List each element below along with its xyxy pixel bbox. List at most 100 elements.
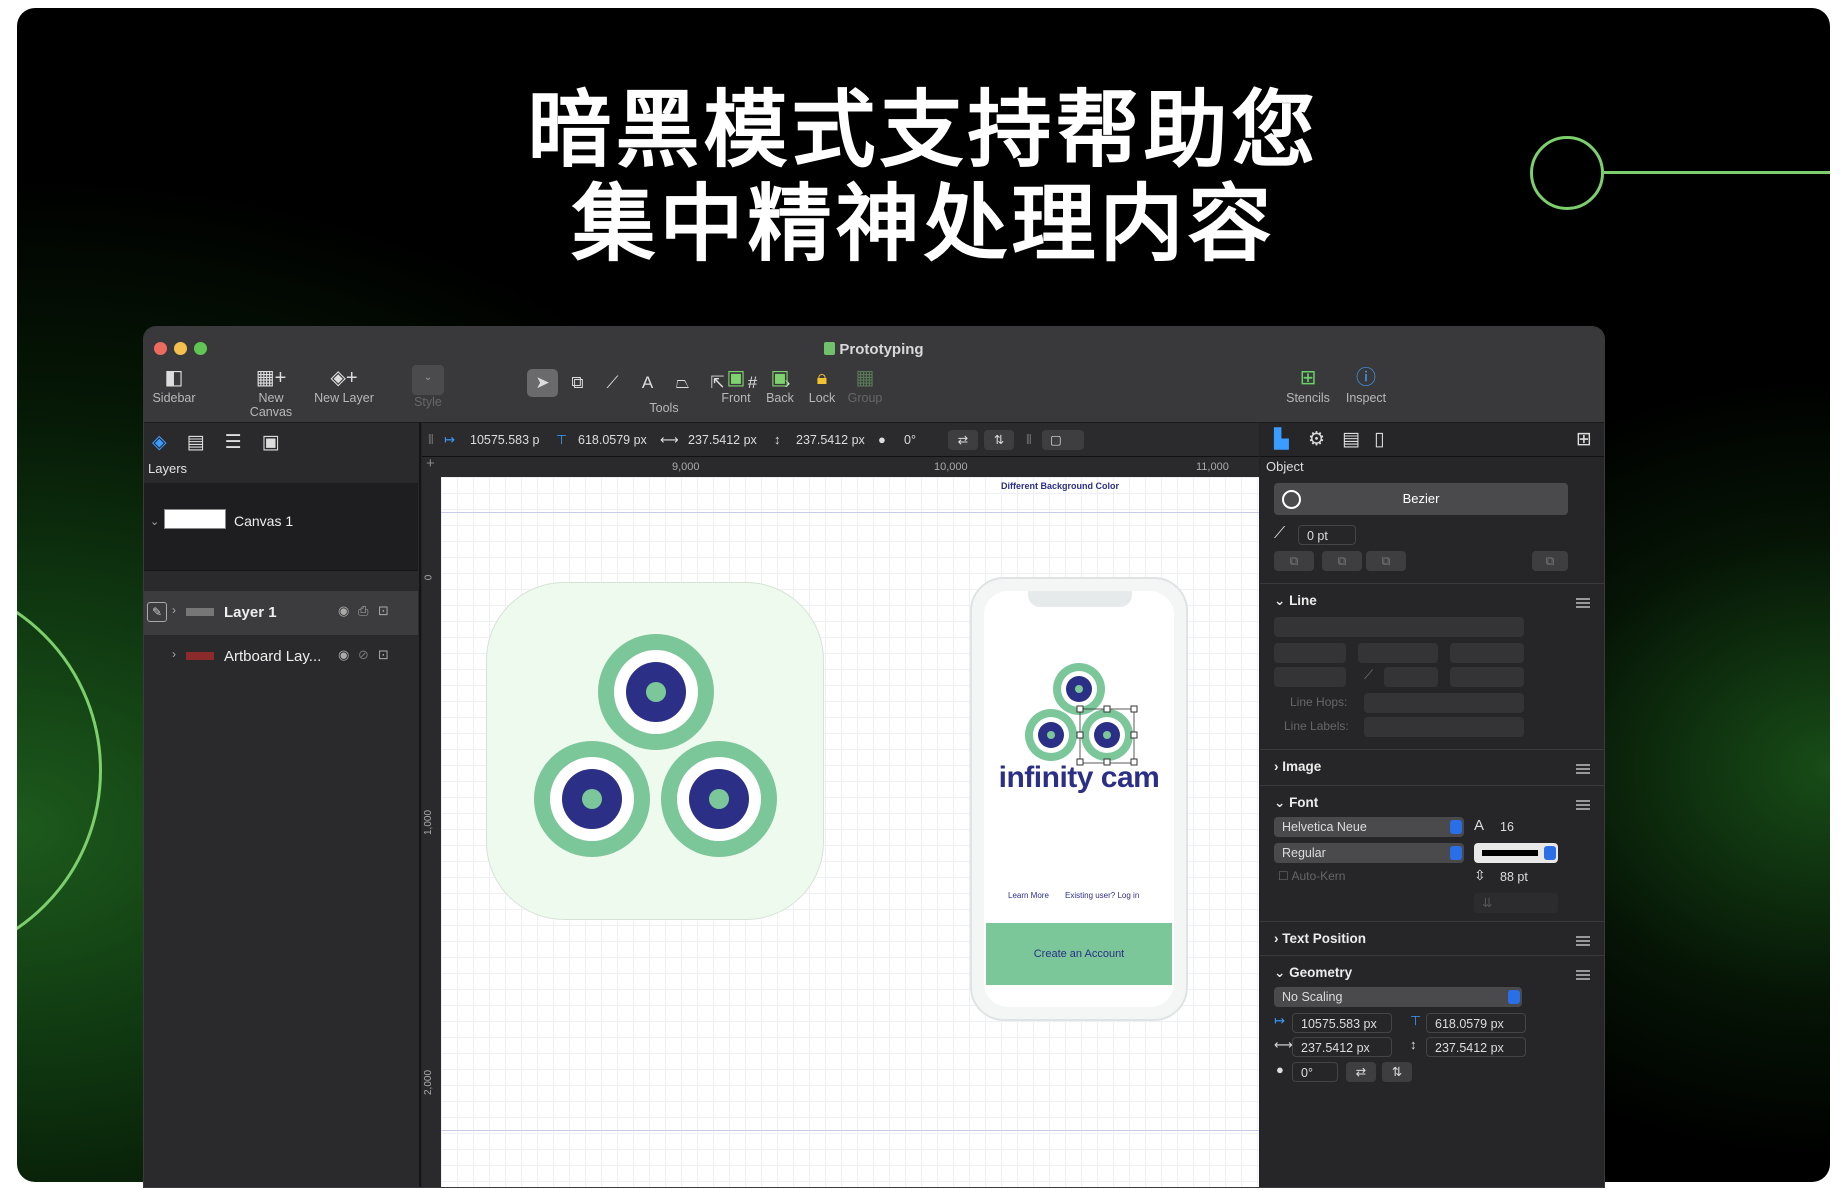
stencils-button[interactable]: ⊞ Stencils: [1282, 365, 1334, 405]
front-button[interactable]: ▣ Front: [712, 365, 760, 405]
text-tool-icon[interactable]: A: [632, 369, 663, 397]
canvas-row[interactable]: ⌄ Canvas 1: [144, 483, 418, 571]
rotation-knob-icon[interactable]: ●: [1276, 1062, 1284, 1077]
corner-radius-field[interactable]: 0 pt: [1298, 525, 1356, 545]
line-height-field[interactable]: 88 pt: [1492, 867, 1558, 887]
new-canvas-button[interactable]: ▦+ New Canvas: [236, 365, 306, 419]
geometry-width-field[interactable]: 237.5412 px: [1292, 1037, 1392, 1057]
canvas-inspector-icon[interactable]: ▤: [1342, 428, 1360, 451]
ruler-tick-0: 0: [423, 574, 435, 581]
lock-button[interactable]: 🔒︎ Lock: [800, 365, 844, 405]
shape-type-field[interactable]: Bezier: [1274, 483, 1568, 515]
font-style-select[interactable]: Regular: [1274, 843, 1464, 863]
chevron-right-icon[interactable]: ›: [172, 603, 176, 617]
unlock-icon[interactable]: ⊡: [378, 647, 389, 663]
object-inspector-icon[interactable]: ▙: [1274, 428, 1289, 451]
flip-horizontal-icon[interactable]: ⇄: [1346, 1062, 1376, 1082]
selection-tool-icon[interactable]: ➤: [527, 369, 558, 397]
baseline-field[interactable]: ⇊: [1474, 893, 1558, 913]
outline-tab-icon[interactable]: ☰: [225, 431, 242, 454]
line-hops-select[interactable]: [1364, 693, 1524, 713]
boolean-union-icon[interactable]: ⧉: [1274, 551, 1314, 571]
print-icon[interactable]: ⎙: [358, 603, 368, 619]
app-icon-artboard[interactable]: [486, 582, 824, 920]
boolean-intersect-icon[interactable]: ⧉: [1366, 551, 1406, 571]
image-section-header[interactable]: › Image: [1274, 759, 1321, 774]
scaling-select[interactable]: No Scaling: [1274, 987, 1522, 1007]
width-field[interactable]: 237.5412 px: [680, 430, 762, 450]
style-well-icon: ⌄: [412, 365, 444, 395]
circle-shape-icon: [1282, 490, 1301, 509]
stencil-tab-icon[interactable]: ▣: [262, 431, 280, 454]
shape-picker-icon[interactable]: ▢: [1042, 430, 1084, 450]
geometry-section-header[interactable]: ⌄ Geometry: [1274, 965, 1352, 981]
section-menu-icon[interactable]: [1576, 598, 1590, 608]
font-section-header[interactable]: ⌄ Font: [1274, 795, 1318, 811]
chevron-right-icon[interactable]: ›: [172, 647, 176, 661]
print-off-icon[interactable]: ⊘: [358, 647, 369, 663]
image-section-label: Image: [1282, 759, 1322, 774]
drawing-canvas[interactable]: Different Background Color infinity cam …: [441, 477, 1259, 1187]
section-menu-icon[interactable]: [1576, 970, 1590, 980]
line-color-field[interactable]: [1274, 617, 1524, 637]
line-corner-field[interactable]: [1384, 667, 1438, 687]
edit-layer-icon[interactable]: ✎: [147, 602, 167, 622]
layer-row-artboard[interactable]: › Artboard Lay... ◉ ⊘ ⊡: [144, 635, 418, 679]
font-family-select[interactable]: Helvetica Neue: [1274, 817, 1464, 837]
font-color-well[interactable]: [1474, 843, 1558, 863]
line-width-field[interactable]: [1274, 667, 1346, 687]
text-position-section-header[interactable]: › Text Position: [1274, 931, 1366, 946]
properties-gear-icon[interactable]: ⚙: [1308, 428, 1325, 451]
learn-more-link[interactable]: Learn More: [1008, 891, 1049, 900]
section-menu-icon[interactable]: [1576, 764, 1590, 774]
visibility-eye-icon[interactable]: ◉: [338, 603, 349, 619]
line-section-header[interactable]: ⌄ Line: [1274, 593, 1317, 609]
ruler-tick-11000: 11,000: [1196, 461, 1229, 473]
flip-vertical-icon[interactable]: ⇅: [1382, 1062, 1412, 1082]
geometry-y-field[interactable]: 618.0579 px: [1426, 1013, 1526, 1033]
new-layer-button[interactable]: ◈+ New Layer: [310, 365, 378, 405]
geometry-rotation-field[interactable]: 0°: [1292, 1062, 1338, 1082]
inspect-button[interactable]: ⓘ Inspect: [1340, 365, 1392, 405]
section-menu-icon[interactable]: [1576, 800, 1590, 810]
line-end-field[interactable]: [1450, 643, 1524, 663]
line-style-field[interactable]: [1358, 643, 1438, 663]
boolean-exclude-icon[interactable]: ⧉: [1532, 551, 1568, 571]
flip-vertical-icon[interactable]: ⇅: [984, 430, 1014, 450]
layers-tab-icon[interactable]: ◈: [152, 431, 167, 454]
document-inspector-icon[interactable]: ▯: [1374, 428, 1384, 451]
unlock-icon[interactable]: ⊡: [378, 603, 389, 619]
line-labels-select[interactable]: [1364, 717, 1524, 737]
shape-tool-icon[interactable]: ⧉: [562, 369, 593, 397]
login-link[interactable]: Existing user? Log in: [1065, 891, 1139, 900]
flip-horizontal-icon[interactable]: ⇄: [948, 430, 978, 450]
canvases-tab-icon[interactable]: ▤: [187, 431, 205, 454]
rotation-knob-icon[interactable]: ●: [878, 431, 886, 449]
geometry-x-field[interactable]: 10575.583 px: [1292, 1013, 1392, 1033]
x-position-field[interactable]: 10575.583 p: [462, 430, 544, 450]
rotation-field[interactable]: 0°: [896, 430, 936, 450]
visibility-eye-icon[interactable]: ◉: [338, 647, 349, 663]
drag-handle-icon: ⦀: [1026, 432, 1032, 447]
geometry-height-field[interactable]: 237.5412 px: [1426, 1037, 1526, 1057]
sidebar-button[interactable]: ◧ Sidebar: [144, 365, 204, 405]
line-hop-field[interactable]: [1450, 667, 1524, 687]
chevron-down-icon[interactable]: ⌄: [150, 515, 159, 528]
style-button[interactable]: ⌄ Style: [408, 365, 448, 409]
auto-kern-checkbox[interactable]: ☐ Auto-Kern: [1278, 869, 1345, 883]
section-menu-icon[interactable]: [1576, 936, 1590, 946]
text-position-label: Text Position: [1282, 931, 1367, 946]
grid-layout-icon[interactable]: ⊞: [1576, 428, 1592, 451]
create-account-button[interactable]: Create an Account: [986, 923, 1172, 985]
font-size-field[interactable]: 16: [1492, 817, 1558, 837]
line-start-field[interactable]: [1274, 643, 1346, 663]
y-position-field[interactable]: 618.0579 px: [570, 430, 652, 450]
height-field[interactable]: 237.5412 px: [788, 430, 870, 450]
boolean-subtract-icon[interactable]: ⧉: [1322, 551, 1362, 571]
phone-mockup[interactable]: infinity cam Learn More Existing user? L…: [970, 577, 1188, 1021]
pen-tool-icon[interactable]: ⏢: [667, 369, 698, 397]
layer-row-layer1[interactable]: ✎ › Layer 1 ◉ ⎙ ⊡: [144, 591, 418, 635]
group-button[interactable]: ▦ Group: [840, 365, 890, 405]
back-button[interactable]: ▣ Back: [760, 365, 800, 405]
line-tool-icon[interactable]: ⟋: [597, 369, 628, 397]
